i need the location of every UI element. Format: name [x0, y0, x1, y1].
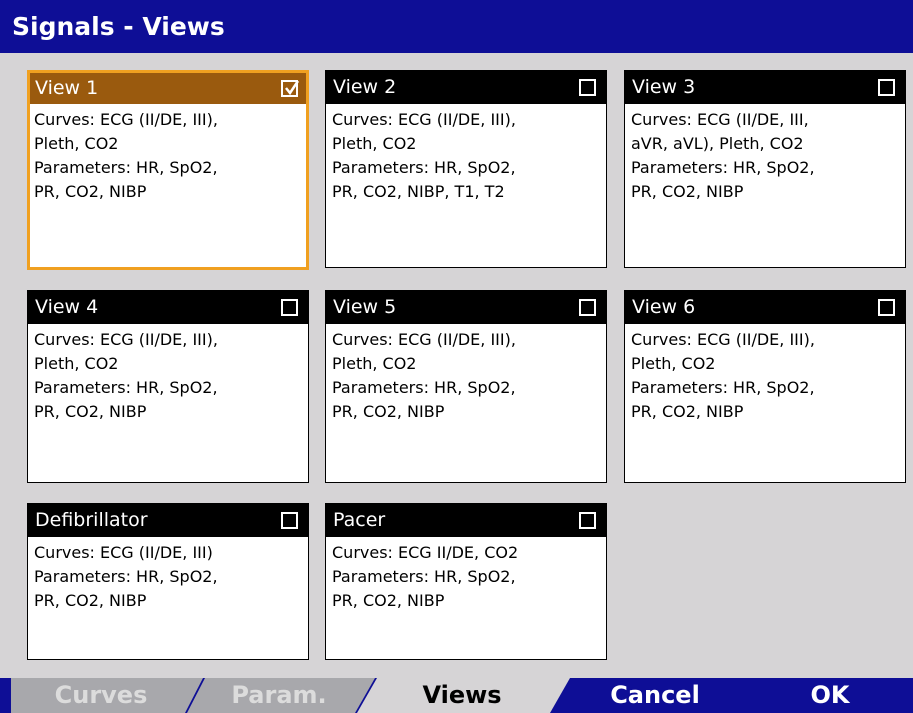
view-card-line: Curves: ECG (II/DE, III): [34, 543, 213, 562]
view-checkbox[interactable]: [579, 299, 596, 316]
view-card-title: View 1: [35, 77, 99, 99]
view-card-line: aVR, aVL), Pleth, CO2: [631, 134, 804, 153]
view-card-body: Curves: ECG (II/DE, III), Pleth, CO2 Par…: [625, 324, 905, 424]
view-card-header: View 4: [28, 291, 308, 324]
window-title: Signals - Views: [0, 0, 913, 53]
view-card-line: Parameters: HR, SpO2,: [34, 378, 218, 397]
view-card-1[interactable]: View 1 Curves: ECG (II/DE, III), Pleth, …: [27, 70, 309, 270]
tab-curves[interactable]: Curves: [11, 678, 191, 713]
view-card-line: PR, CO2, NIBP: [332, 402, 445, 421]
view-checkbox[interactable]: [878, 79, 895, 96]
view-card-line: Pleth, CO2: [34, 354, 119, 373]
ok-button[interactable]: OK: [760, 678, 900, 713]
view-card-line: PR, CO2, NIBP: [34, 402, 147, 421]
view-card-title: Pacer: [333, 509, 386, 531]
view-card-header: Pacer: [326, 504, 606, 537]
view-card-line: Pleth, CO2: [332, 134, 417, 153]
view-checkbox[interactable]: [579, 79, 596, 96]
view-card-line: Curves: ECG (II/DE, III),: [34, 110, 218, 129]
view-card-line: Pleth, CO2: [631, 354, 716, 373]
view-card-line: PR, CO2, NIBP: [332, 591, 445, 610]
view-card-defibrillator[interactable]: Defibrillator Curves: ECG (II/DE, III) P…: [27, 503, 309, 660]
view-card-line: PR, CO2, NIBP: [631, 182, 744, 201]
view-card-line: Parameters: HR, SpO2,: [631, 378, 815, 397]
view-card-4[interactable]: View 4 Curves: ECG (II/DE, III), Pleth, …: [27, 290, 309, 483]
view-card-title: View 3: [632, 76, 696, 98]
view-card-line: Curves: ECG (II/DE, III),: [34, 330, 218, 349]
cancel-button[interactable]: Cancel: [570, 678, 740, 713]
view-card-body: Curves: ECG (II/DE, III), Pleth, CO2 Par…: [30, 104, 306, 204]
view-card-line: Curves: ECG (II/DE, III,: [631, 110, 809, 129]
view-card-title: View 6: [632, 296, 696, 318]
view-card-line: Curves: ECG (II/DE, III),: [332, 330, 516, 349]
view-card-body: Curves: ECG II/DE, CO2 Parameters: HR, S…: [326, 537, 606, 613]
view-checkbox[interactable]: [878, 299, 895, 316]
view-checkbox[interactable]: [281, 299, 298, 316]
view-card-line: PR, CO2, NIBP: [34, 591, 147, 610]
view-card-header: View 5: [326, 291, 606, 324]
view-card-line: Curves: ECG (II/DE, III),: [631, 330, 815, 349]
view-card-line: Curves: ECG (II/DE, III),: [332, 110, 516, 129]
view-card-pacer[interactable]: Pacer Curves: ECG II/DE, CO2 Parameters:…: [325, 503, 607, 660]
view-checkbox[interactable]: [281, 80, 300, 97]
view-card-2[interactable]: View 2 Curves: ECG (II/DE, III), Pleth, …: [325, 70, 607, 268]
view-card-line: Parameters: HR, SpO2,: [34, 567, 218, 586]
view-card-line: PR, CO2, NIBP, T1, T2: [332, 182, 505, 201]
view-card-title: View 2: [333, 76, 397, 98]
view-card-6[interactable]: View 6 Curves: ECG (II/DE, III), Pleth, …: [624, 290, 906, 483]
view-card-5[interactable]: View 5 Curves: ECG (II/DE, III), Pleth, …: [325, 290, 607, 483]
view-card-body: Curves: ECG (II/DE, III), Pleth, CO2 Par…: [28, 324, 308, 424]
view-checkbox[interactable]: [579, 512, 596, 529]
view-card-title: Defibrillator: [35, 509, 148, 531]
view-card-line: Parameters: HR, SpO2,: [332, 567, 516, 586]
view-card-body: Curves: ECG (II/DE, III), Pleth, CO2 Par…: [326, 324, 606, 424]
view-card-line: Parameters: HR, SpO2,: [332, 158, 516, 177]
view-card-body: Curves: ECG (II/DE, III) Parameters: HR,…: [28, 537, 308, 613]
view-card-line: Parameters: HR, SpO2,: [34, 158, 218, 177]
view-card-line: Curves: ECG II/DE, CO2: [332, 543, 519, 562]
view-card-header: View 1: [30, 73, 306, 104]
tab-views[interactable]: Views: [367, 678, 557, 713]
view-card-line: PR, CO2, NIBP: [631, 402, 744, 421]
view-card-title: View 4: [35, 296, 99, 318]
view-card-line: Pleth, CO2: [34, 134, 119, 153]
view-card-header: View 3: [625, 71, 905, 104]
views-grid: View 1 Curves: ECG (II/DE, III), Pleth, …: [0, 53, 913, 678]
view-card-title: View 5: [333, 296, 397, 318]
checkmark-icon: [285, 80, 300, 96]
view-card-line: PR, CO2, NIBP: [34, 182, 147, 201]
view-card-line: Parameters: HR, SpO2,: [332, 378, 516, 397]
view-card-line: Pleth, CO2: [332, 354, 417, 373]
view-checkbox[interactable]: [281, 512, 298, 529]
view-card-body: Curves: ECG (II/DE, III), Pleth, CO2 Par…: [326, 104, 606, 204]
view-card-header: View 6: [625, 291, 905, 324]
tab-param[interactable]: Param.: [193, 678, 365, 713]
view-card-header: View 2: [326, 71, 606, 104]
bottom-tab-bar: Curves Param. Views Cancel OK: [0, 678, 913, 713]
view-card-line: Parameters: HR, SpO2,: [631, 158, 815, 177]
view-card-header: Defibrillator: [28, 504, 308, 537]
view-card-body: Curves: ECG (II/DE, III, aVR, aVL), Plet…: [625, 104, 905, 204]
view-card-3[interactable]: View 3 Curves: ECG (II/DE, III, aVR, aVL…: [624, 70, 906, 268]
